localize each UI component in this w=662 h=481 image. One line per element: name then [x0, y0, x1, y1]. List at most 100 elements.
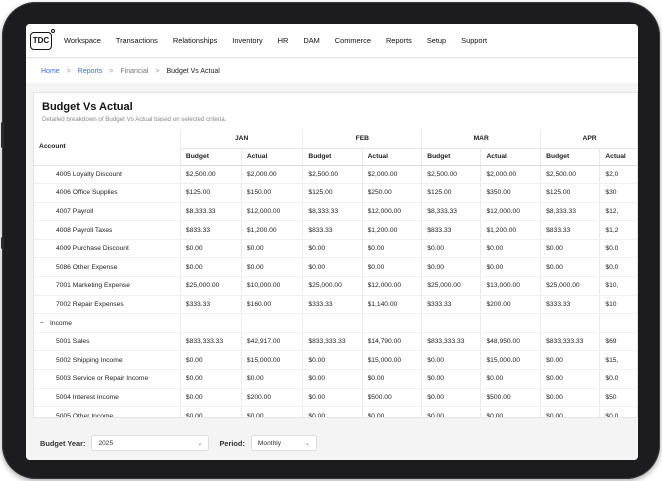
breadcrumb-current: Budget Vs Actual	[166, 67, 220, 75]
chevron-down-icon: ⌄	[197, 440, 203, 447]
breadcrumb-separator: >	[109, 67, 114, 75]
nav-item-relationships[interactable]: Relationships	[173, 36, 217, 45]
nav-item-support[interactable]: Support	[461, 36, 487, 45]
budget-cell: $0.00	[540, 239, 601, 259]
actual-cell: $0.0	[599, 257, 637, 278]
account-column-header[interactable]: Account	[34, 129, 181, 166]
account-name: 5003 Service or Repair Income	[56, 375, 149, 383]
nav-item-inventory[interactable]: Inventory	[232, 36, 262, 45]
actual-cell: $160.00	[241, 295, 304, 315]
collapse-icon[interactable]: −	[40, 320, 50, 327]
budget-cell: $0.00	[302, 350, 363, 371]
budget-cell: $333.33	[421, 295, 482, 315]
budget-cell: $2,500.00	[180, 165, 242, 185]
actual-cell: $10,000.00	[241, 276, 304, 296]
budget-cell: $125.00	[180, 183, 242, 203]
chevron-down-icon: ⌄	[304, 440, 310, 447]
actual-cell: $150.00	[241, 183, 304, 203]
breadcrumb-reports[interactable]: Reports	[78, 68, 103, 75]
account-cell: 4006 Office Supplies	[34, 183, 181, 203]
account-name: 4007 Payroll	[56, 207, 94, 215]
tablet-frame: TDC Workspace Transactions Relationships…	[1, 2, 660, 479]
tablet-side-button	[1, 122, 4, 148]
report-table-scroll[interactable]: Account JAN FEB MAR APR Budget Actual Bu…	[34, 129, 637, 417]
actual-cell: $0.00	[480, 239, 542, 259]
group-row-income[interactable]: − Income	[34, 313, 637, 333]
actual-cell: $1,2	[599, 220, 637, 240]
account-cell: 7001 Marketing Expense	[34, 276, 181, 296]
nav-item-setup[interactable]: Setup	[427, 36, 446, 45]
nav-item-hr[interactable]: HR	[278, 36, 289, 45]
account-name: 4009 Purchase Discount	[56, 245, 129, 253]
actual-cell: $0.00	[362, 257, 423, 278]
budget-cell: $333.33	[302, 295, 363, 315]
actual-cell: $500.00	[480, 388, 542, 408]
app-logo-text: TDC	[32, 36, 50, 45]
budget-cell: $8,333.33	[421, 202, 482, 222]
actual-cell: $1,200.00	[480, 220, 542, 240]
budget-cell: $0.00	[540, 388, 601, 408]
breadcrumb-financial[interactable]: Financial	[120, 68, 148, 75]
budget-cell: $2,500.00	[302, 165, 363, 185]
breadcrumb-home[interactable]: Home	[41, 68, 60, 75]
actual-cell: $250.00	[362, 183, 423, 203]
page-title: Budget Vs Actual	[42, 101, 133, 113]
budget-cell: $0.00	[540, 257, 601, 278]
budget-cell: $833.33	[180, 220, 242, 240]
budget-cell: $125.00	[302, 183, 363, 203]
actual-cell: $10,	[599, 276, 637, 296]
budget-cell: $0.00	[180, 388, 242, 408]
actual-column-header: Actual	[241, 148, 304, 166]
budget-cell: $833,333.33	[180, 332, 242, 352]
budget-cell: $0.00	[421, 406, 482, 417]
budget-cell: $0.00	[421, 239, 482, 259]
actual-cell: $0.00	[480, 257, 542, 278]
actual-cell: $0.0	[599, 406, 637, 417]
budget-cell: $0.00	[302, 406, 363, 417]
nav-item-dam[interactable]: DAM	[303, 36, 319, 45]
breadcrumb-separator: >	[155, 67, 160, 75]
budget-cell: $833.33	[421, 220, 482, 240]
budget-cell: $0.00	[302, 257, 363, 278]
actual-cell: $12,000.00	[362, 202, 423, 222]
actual-cell: $2,000.00	[480, 165, 542, 185]
actual-cell: $0.0	[599, 369, 637, 389]
actual-cell: $12,000.00	[362, 276, 423, 296]
nav-item-reports[interactable]: Reports	[386, 36, 412, 45]
budget-cell: $125.00	[421, 183, 482, 203]
period-select[interactable]: Monthly ⌄	[250, 435, 317, 451]
actual-cell: $69	[599, 332, 637, 352]
month-header-feb: FEB	[302, 129, 423, 149]
actual-column-header: Actual	[480, 148, 542, 166]
actual-cell: $0.00	[241, 406, 304, 417]
nav-item-commerce[interactable]: Commerce	[335, 36, 371, 45]
actual-cell: $42,917.00	[241, 332, 304, 352]
budget-cell: $0.00	[180, 350, 242, 371]
account-cell: 5004 Interest Income	[34, 388, 181, 408]
actual-cell: $12,000.00	[480, 202, 542, 222]
actual-cell: $200.00	[241, 388, 304, 408]
nav-item-transactions[interactable]: Transactions	[116, 36, 158, 45]
actual-cell: $30	[599, 183, 637, 203]
budget-cell: $25,000.00	[421, 276, 482, 296]
actual-cell: $50	[599, 388, 637, 408]
account-name: 4006 Office Supplies	[56, 189, 118, 197]
actual-column-header: Actual	[362, 148, 423, 166]
budget-cell: $8,333.33	[302, 202, 363, 222]
budget-year-select[interactable]: 2025 ⌄	[91, 435, 210, 451]
budget-cell: $25,000.00	[540, 276, 601, 296]
table-row: 5003 Service or Repair Income $0.00 $0.00 $…	[34, 369, 637, 389]
app-logo[interactable]: TDC	[30, 28, 55, 50]
actual-cell	[241, 313, 304, 333]
budget-cell: $0.00	[540, 350, 601, 371]
budget-cell: $0.00	[180, 239, 242, 259]
account-cell: 5086 Other Expense	[34, 257, 181, 278]
account-cell: 5002 Shipping Income	[34, 350, 181, 371]
actual-cell: $0.00	[362, 369, 423, 389]
actual-cell: $1,140.00	[362, 295, 423, 315]
budget-cell: $8,333.33	[540, 202, 601, 222]
nav-item-workspace[interactable]: Workspace	[64, 36, 101, 45]
account-name: 5001 Sales	[56, 338, 90, 346]
period-label: Period:	[219, 438, 245, 448]
actual-cell: $2,0	[599, 165, 637, 185]
